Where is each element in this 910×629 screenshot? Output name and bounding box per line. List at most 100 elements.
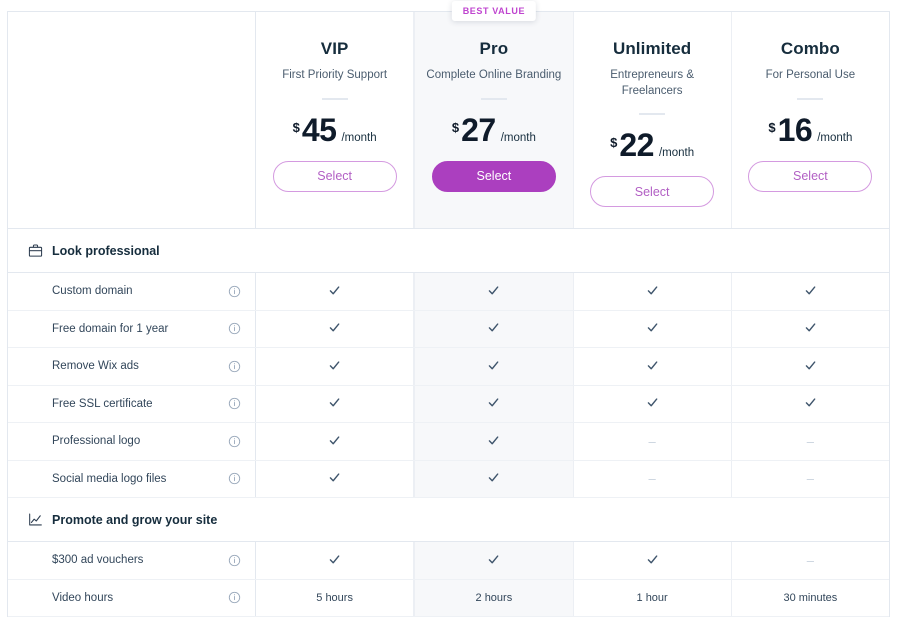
feature-label-cell: Video hours — [8, 580, 256, 617]
feature-label-cell: Professional logo — [8, 423, 256, 460]
info-icon[interactable] — [228, 397, 241, 410]
check-icon — [487, 434, 500, 449]
feature-column-spacer — [8, 12, 256, 228]
feature-row: Custom domain — [8, 273, 889, 311]
plan-column-vip: VIPFirst Priority Support$45/monthSelect — [256, 12, 414, 228]
feature-value-cell — [414, 542, 573, 579]
price-amount: 16 — [778, 114, 813, 146]
feature-value-text: 30 minutes — [783, 592, 837, 604]
feature-value-cell — [256, 348, 414, 385]
check-icon — [646, 396, 659, 411]
info-icon[interactable] — [228, 591, 241, 604]
feature-label-cell: Free domain for 1 year — [8, 311, 256, 348]
feature-label: Custom domain — [52, 285, 133, 297]
feature-label-cell: Remove Wix ads — [8, 348, 256, 385]
check-icon — [804, 396, 817, 411]
check-icon — [328, 396, 341, 411]
feature-value-cell: – — [574, 423, 732, 460]
feature-row: Remove Wix ads — [8, 348, 889, 386]
feature-row: Video hours 5 hours2 hours 1 hour 30 minute… — [8, 580, 889, 618]
check-icon — [804, 321, 817, 336]
dash-icon: – — [649, 472, 656, 485]
dash-icon: – — [649, 435, 656, 448]
feature-row: Free SSL certificate — [8, 386, 889, 424]
feature-label: Free SSL certificate — [52, 398, 153, 410]
check-icon — [328, 359, 341, 374]
select-button-pro[interactable]: Select — [432, 161, 556, 192]
price-period: /month — [501, 132, 536, 144]
feature-value-cell — [574, 311, 732, 348]
feature-sections: Look professional Custom domain Free domai… — [8, 229, 889, 617]
feature-value-cell — [574, 386, 732, 423]
section-title: Promote and grow your site — [52, 513, 217, 527]
plan-divider — [797, 98, 823, 100]
pricing-comparison-table: VIP First Priority Support $45/month Select… — [7, 11, 890, 617]
plan-tagline: Complete Online Branding — [426, 68, 561, 84]
feature-value-cell — [414, 348, 573, 385]
feature-value-cell — [574, 273, 732, 310]
price-currency: $ — [293, 120, 300, 135]
info-icon[interactable] — [228, 322, 241, 335]
feature-value-cell: 5 hours — [256, 580, 414, 617]
feature-value-cell — [414, 273, 573, 310]
feature-label-cell: Custom domain — [8, 273, 256, 310]
plan-name: VIP — [321, 39, 349, 59]
plan-price: $16/month — [768, 114, 852, 146]
feature-row: Social media logo files – – — [8, 461, 889, 499]
feature-value-cell: 1 hour — [574, 580, 732, 617]
feature-value-cell — [256, 311, 414, 348]
plan-name: Unlimited — [613, 39, 691, 59]
briefcase-icon — [28, 243, 43, 258]
feature-label-cell: Social media logo files — [8, 461, 256, 498]
feature-label: $300 ad vouchers — [52, 554, 143, 566]
feature-value-cell — [414, 311, 573, 348]
feature-value-cell — [414, 423, 573, 460]
select-button-combo[interactable]: Select — [748, 161, 872, 192]
info-icon[interactable] — [228, 285, 241, 298]
feature-row: Professional logo – – — [8, 423, 889, 461]
plan-tagline: First Priority Support — [282, 68, 387, 84]
plan-tagline: Entrepreneurs & Freelancers — [582, 68, 722, 99]
info-icon[interactable] — [228, 554, 241, 567]
select-button-vip[interactable]: Select — [273, 161, 397, 192]
feature-label-cell: Free SSL certificate — [8, 386, 256, 423]
feature-label: Professional logo — [52, 435, 140, 447]
section-title: Look professional — [52, 244, 160, 258]
check-icon — [487, 553, 500, 568]
dash-icon: – — [807, 435, 814, 448]
plan-price: $22/month — [610, 129, 694, 161]
price-currency: $ — [610, 135, 617, 150]
feature-value-cell — [256, 386, 414, 423]
check-icon — [804, 284, 817, 299]
feature-label: Social media logo files — [52, 473, 166, 485]
feature-row: Free domain for 1 year — [8, 311, 889, 349]
feature-value-cell: – — [732, 423, 889, 460]
price-currency: $ — [452, 120, 459, 135]
feature-label: Free domain for 1 year — [52, 323, 168, 335]
check-icon — [646, 284, 659, 299]
feature-value-text: 1 hour — [637, 592, 668, 604]
check-icon — [646, 321, 659, 336]
feature-value-cell — [574, 348, 732, 385]
feature-value-cell — [256, 273, 414, 310]
dash-icon: – — [807, 554, 814, 567]
feature-value-cell: 30 minutes — [732, 580, 889, 617]
price-amount: 45 — [302, 114, 337, 146]
feature-value-cell — [414, 386, 573, 423]
feature-value-cell — [256, 461, 414, 498]
select-button-unlimited[interactable]: Select — [590, 176, 714, 207]
price-currency: $ — [768, 120, 775, 135]
plan-column-combo: ComboFor Personal Use$16/monthSelect — [732, 12, 889, 228]
info-icon[interactable] — [228, 435, 241, 448]
price-period: /month — [817, 132, 852, 144]
info-icon[interactable] — [228, 360, 241, 373]
feature-value-cell: 2 hours — [414, 580, 573, 617]
dash-icon: – — [807, 472, 814, 485]
check-icon — [487, 396, 500, 411]
feature-value-cell — [414, 461, 573, 498]
feature-label: Video hours — [52, 592, 113, 604]
plan-column-pro: BEST VALUEProComplete Online Branding$27… — [414, 12, 573, 228]
info-icon[interactable] — [228, 472, 241, 485]
plan-name: Combo — [781, 39, 840, 59]
plans-header-row: VIP First Priority Support $45/month Select… — [8, 12, 889, 229]
